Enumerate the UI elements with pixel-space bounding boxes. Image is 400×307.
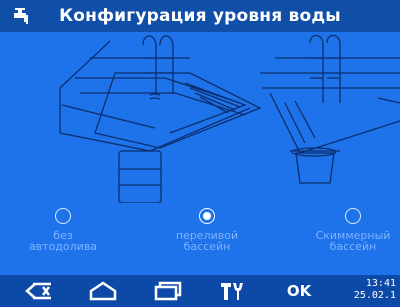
header-bar: Конфигурация уровня воды	[0, 0, 400, 32]
pool-right-illustration	[260, 34, 400, 184]
pool-illustrations	[59, 34, 400, 203]
home-icon	[89, 281, 117, 301]
windows-button[interactable]	[150, 275, 184, 307]
radio-skimmer-pool[interactable]	[345, 208, 361, 224]
clock: 13:41 25.02.1	[354, 278, 396, 302]
home-button[interactable]	[86, 275, 120, 307]
option-no-autofill[interactable]: без автодолива	[3, 208, 123, 252]
footer-bar: OK 13:41 25.02.1	[0, 275, 400, 307]
windows-icon	[154, 281, 182, 301]
page-title: Конфигурация уровня воды	[59, 6, 341, 26]
radio-no-autofill[interactable]	[55, 208, 71, 224]
option-label-line2: бассейн	[329, 240, 377, 253]
water-level-config-screen: Конфигурация уровня воды без автодолива …	[0, 0, 400, 307]
option-label-line2: автодолива	[28, 240, 98, 253]
clock-date: 25.02.1	[353, 290, 396, 301]
ok-button[interactable]: OK	[282, 275, 316, 307]
option-label-line2: бассейн	[183, 240, 231, 253]
tools-button[interactable]	[215, 275, 249, 307]
back-delete-icon	[25, 282, 51, 300]
option-overflow-pool[interactable]: переливой бассейн	[147, 208, 267, 252]
option-skimmer-pool[interactable]: Скиммерный бассейн	[293, 208, 400, 252]
clock-time: 13:41	[365, 278, 396, 289]
back-button[interactable]	[22, 275, 56, 307]
tools-icon	[221, 283, 243, 300]
radio-overflow-pool[interactable]	[199, 208, 215, 224]
